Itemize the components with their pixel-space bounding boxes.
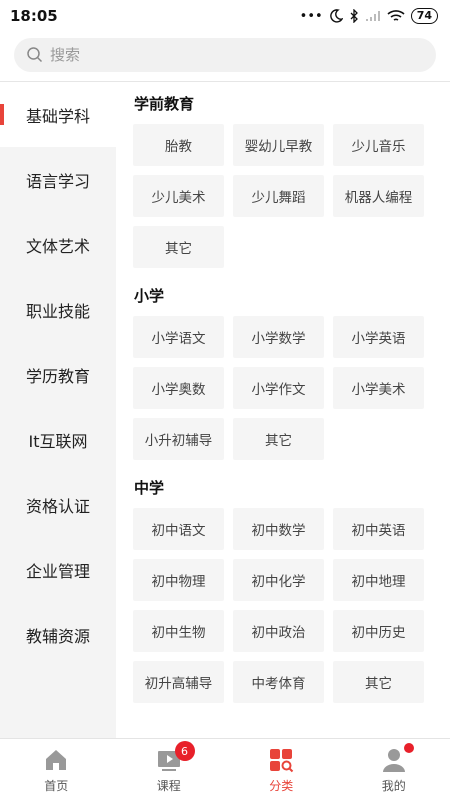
tag-item[interactable]: 其它 — [233, 418, 324, 460]
sidebar-item-label: 基础学科 — [25, 106, 90, 126]
sidebar-item-vocational[interactable]: 职业技能 — [0, 277, 116, 342]
status-icons: ••• 74 — [300, 8, 438, 24]
tag-item[interactable]: 初中语文 — [133, 508, 224, 550]
category-sidebar: 基础学科 语言学习 文体艺术 职业技能 学历教育 It互联网 资格认证 企业管理… — [0, 82, 116, 738]
tab-home[interactable]: 首页 — [0, 739, 113, 800]
signal-icon — [365, 11, 380, 21]
tag-item[interactable]: 小学数学 — [233, 316, 324, 358]
tag-grid: 小学语文 小学数学 小学英语 小学奥数 小学作文 小学美术 小升初辅导 其它 — [116, 316, 450, 460]
sidebar-item-it-internet[interactable]: It互联网 — [0, 407, 116, 472]
tag-item[interactable]: 初中物理 — [133, 559, 224, 601]
tag-item[interactable]: 小升初辅导 — [133, 418, 224, 460]
more-dots-icon: ••• — [299, 8, 323, 24]
tag-item[interactable]: 初中英语 — [333, 508, 424, 550]
tab-label: 首页 — [44, 779, 69, 793]
courses-badge: 6 — [174, 741, 195, 761]
tag-item[interactable]: 其它 — [133, 226, 224, 268]
tag-grid: 初中语文 初中数学 初中英语 初中物理 初中化学 初中地理 初中生物 初中政治 … — [116, 508, 450, 703]
search-input[interactable] — [50, 46, 410, 64]
tag-item[interactable]: 小学奥数 — [133, 367, 224, 409]
tag-item[interactable]: 初中数学 — [233, 508, 324, 550]
bottom-tab-bar: 首页 6 课程 分类 我的 — [0, 738, 450, 800]
sidebar-item-certification[interactable]: 资格认证 — [0, 472, 116, 537]
search-bar[interactable] — [14, 38, 436, 72]
bluetooth-icon — [350, 9, 358, 23]
tag-item[interactable]: 胎教 — [133, 124, 224, 166]
sidebar-item-tutoring-resources[interactable]: 教辅资源 — [0, 602, 116, 667]
tag-item[interactable]: 小学英语 — [333, 316, 424, 358]
tag-item[interactable]: 初中政治 — [233, 610, 324, 652]
section-title: 小学 — [134, 287, 165, 305]
wifi-icon — [387, 9, 405, 21]
subcategory-panel: 学前教育 胎教 婴幼儿早教 少儿音乐 少儿美术 少儿舞蹈 机器人编程 其它 小学… — [116, 82, 450, 738]
sidebar-item-arts-sports[interactable]: 文体艺术 — [0, 212, 116, 277]
notification-dot — [403, 743, 414, 753]
tag-item[interactable]: 少儿舞蹈 — [233, 175, 324, 217]
user-icon — [382, 749, 405, 772]
status-time: 18:05 — [10, 7, 58, 25]
tab-category[interactable]: 分类 — [225, 739, 338, 800]
sidebar-item-label: 教辅资源 — [25, 626, 90, 646]
sidebar-item-label: 学历教育 — [25, 366, 90, 386]
sidebar-item-language[interactable]: 语言学习 — [0, 147, 116, 212]
tag-item[interactable]: 初升高辅导 — [133, 661, 224, 703]
sidebar-item-label: 职业技能 — [25, 301, 90, 321]
category-grid-icon — [270, 749, 294, 773]
tab-courses[interactable]: 6 课程 — [113, 739, 226, 800]
moon-icon — [329, 9, 343, 23]
battery-indicator: 74 — [410, 8, 438, 24]
section-title: 学前教育 — [134, 95, 195, 113]
tag-item[interactable]: 其它 — [333, 661, 424, 703]
tag-item[interactable]: 婴幼儿早教 — [233, 124, 324, 166]
tag-item[interactable]: 初中历史 — [333, 610, 424, 652]
section-primary: 小学 小学语文 小学数学 小学英语 小学奥数 小学作文 小学美术 小升初辅导 其… — [116, 276, 450, 460]
sidebar-item-label: 资格认证 — [25, 496, 90, 516]
sidebar-item-label: 文体艺术 — [25, 236, 90, 256]
home-icon — [46, 750, 67, 770]
tag-item[interactable]: 中考体育 — [233, 661, 324, 703]
sidebar-item-label: 语言学习 — [25, 171, 90, 191]
tag-grid: 胎教 婴幼儿早教 少儿音乐 少儿美术 少儿舞蹈 机器人编程 其它 — [116, 124, 450, 268]
status-bar: 18:05 ••• 74 — [0, 0, 450, 32]
tag-item[interactable]: 小学美术 — [333, 367, 424, 409]
section-middle: 中学 初中语文 初中数学 初中英语 初中物理 初中化学 初中地理 初中生物 初中… — [116, 468, 450, 703]
sidebar-item-label: 企业管理 — [25, 561, 90, 581]
tag-item[interactable]: 机器人编程 — [333, 175, 424, 217]
sidebar-item-basic-subjects[interactable]: 基础学科 — [0, 82, 116, 147]
tab-mine[interactable]: 我的 — [338, 739, 450, 800]
tag-item[interactable]: 小学语文 — [133, 316, 224, 358]
tag-item[interactable]: 少儿音乐 — [333, 124, 424, 166]
tab-label: 我的 — [381, 779, 406, 793]
sidebar-item-degree[interactable]: 学历教育 — [0, 342, 116, 407]
tag-item[interactable]: 少儿美术 — [133, 175, 224, 217]
tag-item[interactable]: 初中生物 — [133, 610, 224, 652]
tag-item[interactable]: 小学作文 — [233, 367, 324, 409]
sidebar-item-management[interactable]: 企业管理 — [0, 537, 116, 602]
tab-label: 课程 — [156, 779, 181, 793]
search-icon — [27, 47, 43, 63]
sidebar-item-label: It互联网 — [28, 431, 88, 451]
section-title: 中学 — [134, 479, 165, 497]
tag-item[interactable]: 初中地理 — [333, 559, 424, 601]
section-preschool: 学前教育 胎教 婴幼儿早教 少儿音乐 少儿美术 少儿舞蹈 机器人编程 其它 — [116, 84, 450, 268]
tab-label: 分类 — [269, 779, 294, 793]
tag-item[interactable]: 初中化学 — [233, 559, 324, 601]
